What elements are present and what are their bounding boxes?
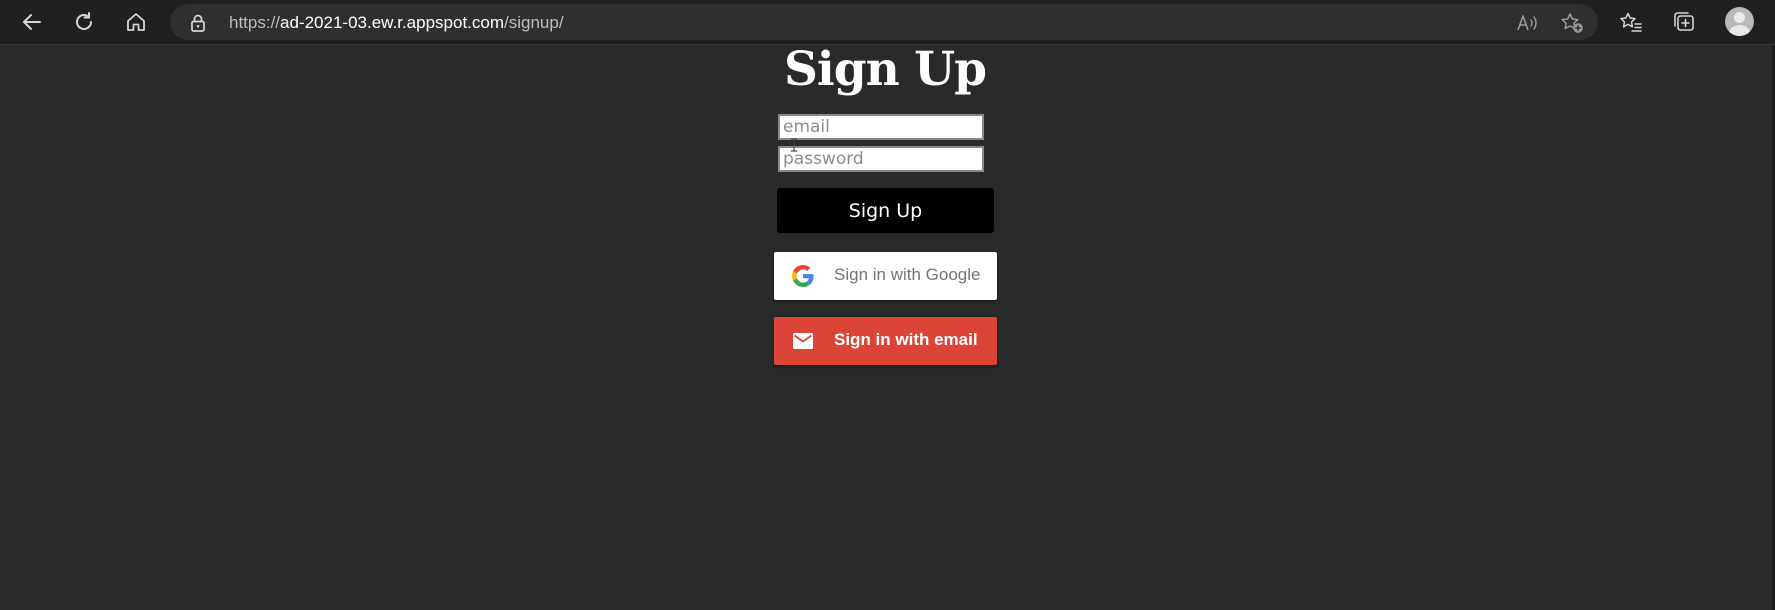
collections-icon (1674, 12, 1694, 31)
url-text[interactable]: https://ad-2021-03.ew.r.appspot.com/sign… (229, 13, 564, 33)
url-host: ad-2021-03.ew.r.appspot.com (280, 13, 505, 32)
add-favorite-icon[interactable] (1560, 12, 1584, 34)
sign-up-button[interactable]: Sign Up (777, 188, 994, 233)
profile-avatar-icon[interactable] (1725, 7, 1754, 36)
browser-toolbar: https://ad-2021-03.ew.r.appspot.com/sign… (0, 0, 1775, 45)
url-path: /signup/ (504, 13, 564, 32)
sign-up-button-label: Sign Up (848, 199, 923, 222)
favorites-icon (1620, 12, 1642, 32)
google-logo-icon (792, 265, 814, 287)
sign-in-with-email-label: Sign in with email (834, 330, 978, 349)
mail-icon (792, 330, 814, 352)
sign-in-with-email-button[interactable]: Sign in with email (774, 317, 997, 365)
favorites-button[interactable] (1615, 7, 1647, 37)
password-field[interactable] (778, 146, 984, 172)
page-title: Sign Up (783, 42, 987, 97)
email-field[interactable] (778, 114, 984, 140)
url-scheme: https:// (229, 13, 281, 32)
sign-in-with-google-label: Sign in with Google (834, 265, 981, 284)
read-aloud-icon[interactable] (1516, 12, 1540, 34)
home-icon (127, 13, 145, 31)
back-button[interactable] (16, 7, 48, 37)
lock-icon[interactable] (190, 14, 206, 36)
back-arrow-icon (23, 14, 41, 30)
sign-in-with-google-button[interactable]: Sign in with Google (774, 252, 997, 300)
collections-button[interactable] (1668, 7, 1700, 37)
refresh-button[interactable] (68, 7, 100, 37)
address-bar[interactable]: https://ad-2021-03.ew.r.appspot.com/sign… (170, 4, 1598, 40)
home-button[interactable] (120, 7, 152, 37)
text-cursor-icon (791, 138, 797, 152)
refresh-icon (76, 12, 92, 30)
